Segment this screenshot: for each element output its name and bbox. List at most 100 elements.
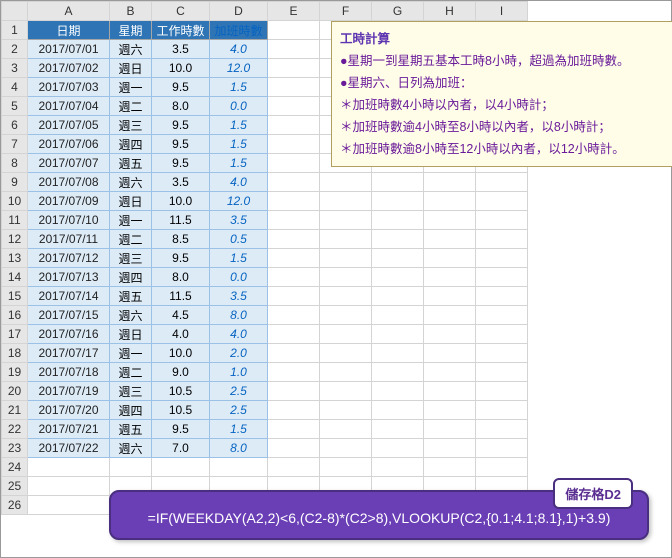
cell[interactable] xyxy=(424,173,476,192)
select-all-corner[interactable] xyxy=(2,2,28,21)
cell-A[interactable]: 2017/07/09 xyxy=(28,192,110,211)
cell-D[interactable]: 1.5 xyxy=(210,135,268,154)
row-header[interactable]: 19 xyxy=(2,363,28,382)
row-header[interactable]: 16 xyxy=(2,306,28,325)
cell[interactable] xyxy=(424,211,476,230)
column-header-I[interactable]: I xyxy=(476,2,528,21)
cell[interactable] xyxy=(372,287,424,306)
cell-D[interactable]: 4.0 xyxy=(210,325,268,344)
row-header[interactable]: 2 xyxy=(2,40,28,59)
cell[interactable] xyxy=(372,382,424,401)
cell-B[interactable]: 週一 xyxy=(110,78,152,97)
cell[interactable] xyxy=(268,154,320,173)
cell[interactable] xyxy=(372,401,424,420)
row-header[interactable]: 5 xyxy=(2,97,28,116)
cell[interactable] xyxy=(320,325,372,344)
cell[interactable] xyxy=(424,439,476,458)
cell[interactable] xyxy=(110,458,152,477)
cell[interactable] xyxy=(320,268,372,287)
column-header-F[interactable]: F xyxy=(320,2,372,21)
cell[interactable] xyxy=(476,382,528,401)
cell-D[interactable]: 4.0 xyxy=(210,173,268,192)
cell[interactable] xyxy=(476,211,528,230)
cell-C[interactable]: 7.0 xyxy=(152,439,210,458)
cell-C[interactable]: 10.0 xyxy=(152,192,210,211)
row-header[interactable]: 10 xyxy=(2,192,28,211)
cell-B[interactable]: 週一 xyxy=(110,211,152,230)
cell-A[interactable]: 2017/07/17 xyxy=(28,344,110,363)
cell-B[interactable]: 週五 xyxy=(110,420,152,439)
cell[interactable] xyxy=(268,287,320,306)
cell[interactable] xyxy=(210,458,268,477)
cell-A[interactable]: 2017/07/15 xyxy=(28,306,110,325)
cell-C[interactable]: 8.0 xyxy=(152,268,210,287)
cell[interactable] xyxy=(268,458,320,477)
cell[interactable] xyxy=(424,382,476,401)
cell[interactable] xyxy=(424,192,476,211)
cell[interactable] xyxy=(320,344,372,363)
cell[interactable] xyxy=(424,287,476,306)
cell[interactable] xyxy=(372,173,424,192)
row-header[interactable]: 11 xyxy=(2,211,28,230)
table-header-cell[interactable]: 加班時數 xyxy=(210,21,268,40)
cell[interactable] xyxy=(268,97,320,116)
cell[interactable] xyxy=(476,401,528,420)
cell[interactable] xyxy=(476,249,528,268)
row-header[interactable]: 3 xyxy=(2,59,28,78)
cell-B[interactable]: 週一 xyxy=(110,344,152,363)
column-header-C[interactable]: C xyxy=(152,2,210,21)
cell-B[interactable]: 週五 xyxy=(110,287,152,306)
cell-A[interactable]: 2017/07/03 xyxy=(28,78,110,97)
row-header[interactable]: 21 xyxy=(2,401,28,420)
cell[interactable] xyxy=(424,458,476,477)
cell[interactable] xyxy=(424,268,476,287)
cell-C[interactable]: 8.5 xyxy=(152,230,210,249)
cell[interactable] xyxy=(372,211,424,230)
cell-C[interactable]: 10.0 xyxy=(152,344,210,363)
cell-B[interactable]: 週二 xyxy=(110,363,152,382)
cell-A[interactable]: 2017/07/22 xyxy=(28,439,110,458)
cell[interactable] xyxy=(268,325,320,344)
cell[interactable] xyxy=(28,477,110,496)
cell-B[interactable]: 週六 xyxy=(110,439,152,458)
cell-A[interactable]: 2017/07/19 xyxy=(28,382,110,401)
cell[interactable] xyxy=(476,363,528,382)
cell[interactable] xyxy=(424,249,476,268)
cell[interactable] xyxy=(476,420,528,439)
cell[interactable] xyxy=(268,116,320,135)
cell-A[interactable]: 2017/07/06 xyxy=(28,135,110,154)
cell[interactable] xyxy=(476,439,528,458)
cell-B[interactable]: 週四 xyxy=(110,401,152,420)
cell-C[interactable]: 11.5 xyxy=(152,287,210,306)
cell[interactable] xyxy=(268,21,320,40)
cell-B[interactable]: 週三 xyxy=(110,249,152,268)
cell-C[interactable]: 3.5 xyxy=(152,173,210,192)
cell[interactable] xyxy=(372,458,424,477)
cell[interactable] xyxy=(372,325,424,344)
column-header-D[interactable]: D xyxy=(210,2,268,21)
row-header[interactable]: 20 xyxy=(2,382,28,401)
cell-D[interactable]: 3.5 xyxy=(210,211,268,230)
cell-C[interactable]: 4.0 xyxy=(152,325,210,344)
cell-B[interactable]: 週日 xyxy=(110,192,152,211)
row-header[interactable]: 7 xyxy=(2,135,28,154)
row-header[interactable]: 24 xyxy=(2,458,28,477)
cell-C[interactable]: 9.5 xyxy=(152,249,210,268)
cell[interactable] xyxy=(268,78,320,97)
cell[interactable] xyxy=(424,306,476,325)
column-header-G[interactable]: G xyxy=(372,2,424,21)
cell[interactable] xyxy=(476,458,528,477)
cell[interactable] xyxy=(268,401,320,420)
cell-B[interactable]: 週日 xyxy=(110,325,152,344)
cell-B[interactable]: 週六 xyxy=(110,40,152,59)
cell-B[interactable]: 週三 xyxy=(110,382,152,401)
cell[interactable] xyxy=(424,230,476,249)
cell[interactable] xyxy=(268,363,320,382)
cell-D[interactable]: 0.0 xyxy=(210,97,268,116)
cell-B[interactable]: 週三 xyxy=(110,116,152,135)
cell[interactable] xyxy=(268,230,320,249)
column-header-A[interactable]: A xyxy=(28,2,110,21)
cell-C[interactable]: 3.5 xyxy=(152,40,210,59)
cell[interactable] xyxy=(268,306,320,325)
cell[interactable] xyxy=(320,382,372,401)
